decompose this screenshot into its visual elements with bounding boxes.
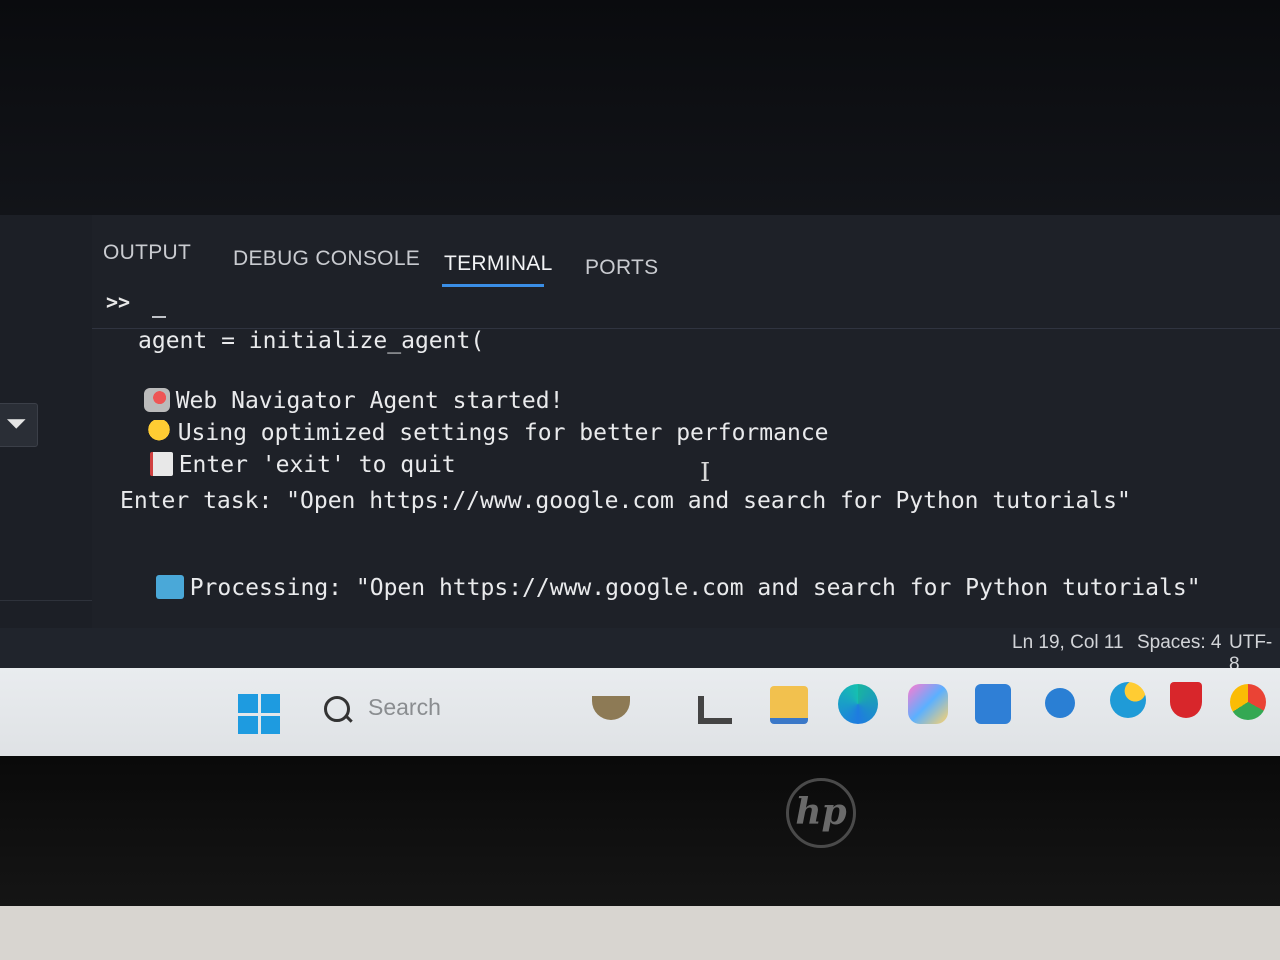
active-tab-indicator	[442, 284, 544, 287]
text-cursor-icon: I	[700, 458, 711, 488]
file-explorer-icon[interactable]	[770, 686, 808, 724]
tab-ports[interactable]: PORTS	[585, 256, 658, 280]
memo-icon	[149, 452, 173, 476]
terminal-input-line[interactable]: Enter task: "Open https://www.google.com…	[120, 488, 1131, 514]
chrome-icon[interactable]	[1230, 684, 1266, 720]
laptop-base	[0, 906, 1280, 960]
mcafee-icon[interactable]	[1170, 682, 1202, 718]
laptop-bezel: hp	[0, 756, 1280, 906]
cursor-position[interactable]: Ln 19, Col 11	[1012, 632, 1124, 654]
hp-app-icon[interactable]	[1045, 688, 1075, 718]
terminal-line-text: Enter 'exit' to quit	[178, 452, 456, 478]
indentation-setting[interactable]: Spaces: 4	[1137, 632, 1222, 654]
sidebar-divider	[0, 600, 92, 601]
microsoft-store-icon[interactable]	[975, 684, 1011, 724]
panel-tabbar: OUTPUT DEBUG CONSOLE TERMINAL PORTS	[92, 215, 1280, 297]
filter-icon[interactable]: ⏷	[0, 403, 38, 447]
tab-debug-console[interactable]: DEBUG CONSOLE	[233, 247, 420, 271]
widgets-icon[interactable]	[592, 696, 630, 720]
terminal-prompt: >>	[106, 290, 131, 314]
app-l-icon[interactable]	[698, 696, 732, 724]
search-icon[interactable]	[324, 696, 350, 722]
taskbar-search-input[interactable]: Search	[368, 694, 441, 721]
processing-icon	[155, 575, 184, 599]
edge-icon[interactable]	[838, 684, 878, 724]
status-bar: Ln 19, Col 11 Spaces: 4 UTF-8	[0, 628, 1280, 675]
tab-output[interactable]: OUTPUT	[103, 241, 191, 265]
get-help-icon[interactable]	[1110, 682, 1146, 718]
terminal-cursor	[152, 316, 166, 318]
taskbar: Search	[0, 668, 1280, 756]
editor-area	[0, 0, 1280, 215]
hp-logo: hp	[786, 778, 856, 848]
copilot-icon[interactable]	[908, 684, 948, 724]
terminal-line: Enter 'exit' to quit	[122, 426, 456, 478]
terminal-line-text: Processing: "Open https://www.google.com…	[189, 575, 1201, 601]
windows-start-icon[interactable]	[238, 694, 280, 734]
terminal-line: agent = initialize_agent(	[138, 328, 485, 354]
tab-terminal[interactable]: TERMINAL	[444, 252, 553, 276]
terminal-line: Processing: "Open https://www.google.com…	[128, 549, 1201, 601]
